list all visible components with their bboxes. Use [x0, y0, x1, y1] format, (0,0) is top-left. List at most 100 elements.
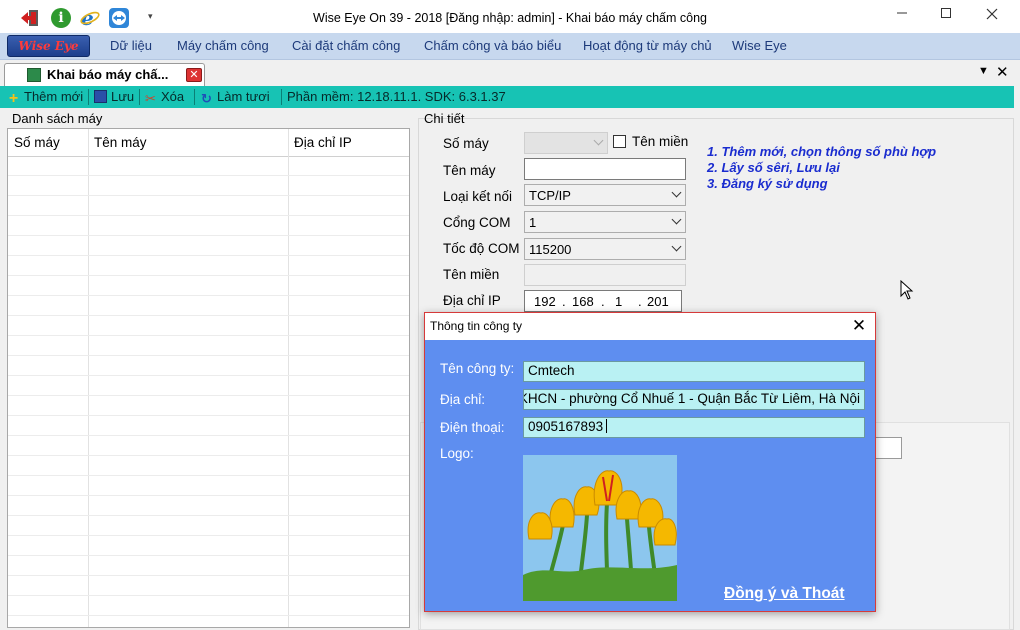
menu-du-lieu[interactable]: Dữ liệu — [110, 38, 152, 53]
ten-may-input[interactable] — [524, 158, 686, 180]
grid-row-line — [8, 395, 409, 396]
grid-row-line — [8, 555, 409, 556]
ten-mien-input[interactable] — [524, 264, 686, 286]
tab-khai-bao-may[interactable]: Khai báo máy chấ... ✕ — [4, 63, 205, 86]
add-button[interactable]: + Thêm mới — [7, 89, 84, 107]
maximize-icon[interactable] — [924, 4, 968, 28]
title-bar: i e ▾ Wise Eye On 39 - 2018 [Đăng nhập: … — [0, 0, 1020, 33]
close-document-icon[interactable]: ✕ — [996, 63, 1009, 81]
dialog-title-bar: Thông tin công ty ✕ — [425, 313, 875, 340]
toolbar-separator — [281, 89, 282, 105]
chevron-down-icon — [593, 135, 604, 146]
hint-step-2: 2. Lấy số sêri, Lưu lại — [707, 160, 840, 175]
column-header-dia-chi-ip[interactable]: Địa chỉ IP — [294, 135, 352, 150]
machine-list-grid[interactable]: Số máy Tên máy Địa chỉ IP — [7, 128, 410, 628]
menu-cai-dat-cham-cong[interactable]: Cài đặt chấm công — [292, 38, 400, 53]
address-input[interactable]: Khu CNC - Tòa nhà KHCN - phường Cổ Nhuế … — [523, 389, 865, 410]
grid-row-line — [8, 315, 409, 316]
dia-chi-ip-label: Địa chỉ IP — [443, 293, 501, 308]
company-logo-image[interactable] — [523, 455, 677, 601]
background-input — [874, 437, 902, 459]
grid-column-line — [88, 129, 89, 627]
document-tab-strip: Khai báo máy chấ... ✕ — [0, 60, 1020, 86]
grid-row-line — [8, 375, 409, 376]
ten-mien-checkbox[interactable] — [613, 135, 626, 148]
toolbar-separator — [88, 89, 89, 105]
wise-eye-logo[interactable]: Wise Eye — [7, 35, 90, 57]
dialog-close-icon[interactable]: ✕ — [845, 315, 873, 337]
chevron-down-icon — [671, 214, 682, 225]
tulip-image — [523, 455, 677, 601]
ip-dot: . — [562, 294, 566, 309]
grid-column-line — [288, 129, 289, 627]
tab-close-icon[interactable]: ✕ — [186, 68, 202, 82]
machine-list-title: Danh sách máy — [12, 111, 103, 126]
grid-row-line — [8, 175, 409, 176]
grid-row-line — [8, 295, 409, 296]
info-icon[interactable]: i — [51, 8, 71, 28]
minimize-icon[interactable] — [880, 4, 924, 28]
ip-octet-2[interactable]: 168 — [572, 294, 594, 309]
app-window: i e ▾ Wise Eye On 39 - 2018 [Đăng nhập: … — [0, 0, 1020, 630]
save-button[interactable]: Lưu — [94, 89, 134, 104]
refresh-button[interactable]: ↻ Làm tươi — [200, 89, 270, 105]
confirm-exit-link[interactable]: Đồng ý và Thoát — [724, 585, 845, 603]
exit-icon[interactable] — [20, 8, 40, 28]
so-may-combo[interactable] — [524, 132, 608, 154]
quick-access-dropdown-icon[interactable]: ▾ — [148, 11, 153, 22]
dialog-title: Thông tin công ty — [430, 319, 523, 333]
teamviewer-icon[interactable] — [109, 8, 129, 28]
address-label: Địa chỉ: — [440, 392, 486, 407]
tab-label: Khai báo máy chấ... — [47, 67, 169, 82]
grid-row-line — [8, 455, 409, 456]
ip-address-input[interactable]: 192 . 168 . 1 . 201 — [524, 290, 682, 312]
column-header-so-may[interactable]: Số máy — [14, 135, 60, 150]
phone-input[interactable]: 0905167893 — [523, 417, 865, 438]
plus-icon: + — [8, 90, 19, 107]
logo-label: Logo: — [440, 446, 474, 461]
ip-dot: . — [601, 294, 605, 309]
menu-cham-cong-bao-bieu[interactable]: Chấm công và báo biểu — [424, 38, 561, 53]
delete-label: Xóa — [161, 89, 185, 104]
close-icon[interactable] — [970, 4, 1014, 28]
grid-row-line — [8, 235, 409, 236]
toc-do-com-select[interactable]: 115200 — [524, 238, 686, 260]
ip-octet-3[interactable]: 1 — [615, 294, 622, 309]
grid-row-line — [8, 215, 409, 216]
ten-mien-checkbox-label[interactable]: Tên miền — [632, 134, 688, 149]
internet-explorer-icon[interactable]: e — [80, 6, 100, 30]
delete-button[interactable]: ✂ Xóa — [144, 89, 184, 105]
cong-com-select[interactable]: 1 — [524, 211, 686, 233]
refresh-icon: ↻ — [201, 91, 212, 106]
grid-row-line — [8, 575, 409, 576]
menu-wise-eye[interactable]: Wise Eye — [732, 38, 787, 53]
add-label: Thêm mới — [24, 89, 84, 104]
toolbar-separator — [139, 89, 140, 105]
ip-octet-4[interactable]: 201 — [647, 294, 669, 309]
ip-dot: . — [638, 294, 642, 309]
hint-step-3: 3. Đăng ký sử dụng — [707, 176, 828, 191]
company-name-label: Tên công ty: — [440, 361, 515, 376]
tab-list-dropdown-icon[interactable]: ▼ — [978, 65, 989, 77]
ip-octet-1[interactable]: 192 — [534, 294, 556, 309]
save-label: Lưu — [111, 89, 135, 104]
column-header-ten-may[interactable]: Tên máy — [94, 135, 147, 150]
phone-label: Điện thoại: — [440, 420, 505, 435]
version-text: Phần mềm: 12.18.11.1. SDK: 6.3.1.37 — [287, 89, 506, 104]
grid-row-line — [8, 195, 409, 196]
detail-title: Chi tiết — [424, 111, 465, 126]
menu-hoat-dong-may-chu[interactable]: Hoạt động từ máy chủ — [583, 38, 712, 53]
device-config-icon — [27, 68, 41, 82]
delete-icon: ✂ — [145, 91, 156, 106]
toc-do-com-label: Tốc độ COM — [443, 241, 520, 256]
grid-row-line — [8, 535, 409, 536]
menu-may-cham-cong[interactable]: Máy chấm công — [177, 38, 269, 53]
company-name-input[interactable]: Cmtech — [523, 361, 865, 382]
grid-row-line — [8, 335, 409, 336]
refresh-label: Làm tươi — [217, 89, 270, 104]
loai-ket-noi-select[interactable]: TCP/IP — [524, 184, 686, 206]
grid-row-line — [8, 595, 409, 596]
hint-step-1: 1. Thêm mới, chọn thông số phù hợp — [707, 144, 937, 159]
grid-header: Số máy Tên máy Địa chỉ IP — [8, 129, 409, 157]
company-info-dialog: Thông tin công ty ✕ Tên công ty: Cmtech … — [424, 312, 876, 612]
